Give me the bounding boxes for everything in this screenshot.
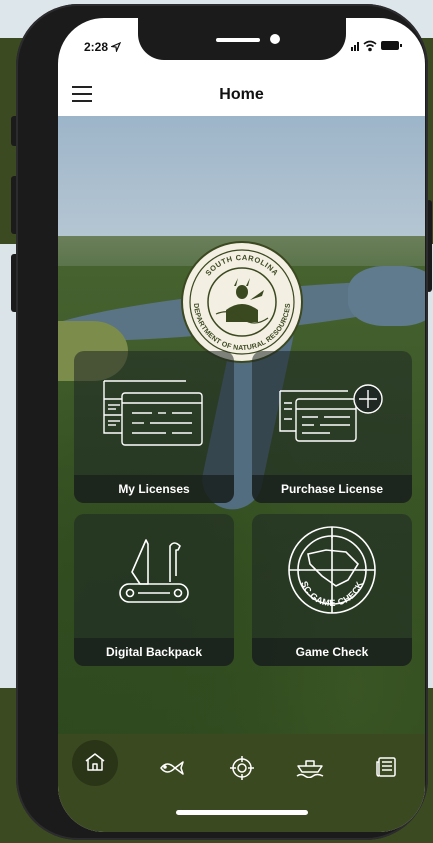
license-add-icon	[279, 384, 383, 442]
tab-news[interactable]	[366, 746, 406, 786]
tab-hunting[interactable]	[222, 746, 262, 786]
notch-camera	[270, 34, 280, 44]
phone-frame: 2:28 Home SOUTH CAROLINA DEPARTMENT OF N…	[16, 4, 428, 840]
fish-icon	[160, 761, 184, 775]
scdnr-seal-logo: SOUTH CAROLINA DEPARTMENT OF NATURAL RES…	[181, 241, 303, 363]
tile-game-check[interactable]: SC GAME CHECK Game Check	[252, 514, 412, 666]
phone-screen: 2:28 Home SOUTH CAROLINA DEPARTMENT OF N…	[58, 18, 425, 832]
tile-digital-backpack[interactable]: Digital Backpack	[74, 514, 234, 666]
notch-speaker	[216, 38, 260, 42]
home-icon	[85, 753, 105, 771]
pocket-knife-icon	[119, 539, 189, 603]
tab-fishing[interactable]	[152, 746, 192, 786]
wifi-icon	[363, 40, 377, 52]
location-arrow-icon	[110, 41, 122, 54]
page-title: Home	[219, 86, 264, 103]
landscape-background: SOUTH CAROLINA DEPARTMENT OF NATURAL RES…	[58, 116, 425, 734]
sc-game-check-icon: SC GAME CHECK	[288, 526, 376, 614]
battery-icon	[381, 41, 402, 50]
target-icon	[230, 756, 254, 780]
app-header: Home	[58, 74, 425, 116]
status-icons	[351, 40, 402, 52]
boat-icon	[296, 760, 324, 778]
tile-purchase-license[interactable]: Purchase License	[252, 351, 412, 503]
tile-label: Purchase License	[280, 482, 384, 496]
home-indicator	[176, 810, 308, 815]
bottom-tab-bar	[58, 734, 425, 832]
signal-icon	[351, 42, 359, 51]
tile-label: Digital Backpack	[105, 645, 203, 659]
tab-home[interactable]	[72, 740, 118, 786]
status-time: 2:28	[84, 40, 122, 54]
tile-label: Game Check	[295, 645, 369, 659]
tile-my-licenses[interactable]: My Licenses	[74, 351, 234, 503]
tile-label: My Licenses	[118, 482, 190, 496]
newspaper-icon	[376, 757, 396, 777]
phone-notch	[138, 18, 346, 60]
license-cards-icon	[103, 380, 203, 446]
tab-boating[interactable]	[290, 746, 330, 786]
